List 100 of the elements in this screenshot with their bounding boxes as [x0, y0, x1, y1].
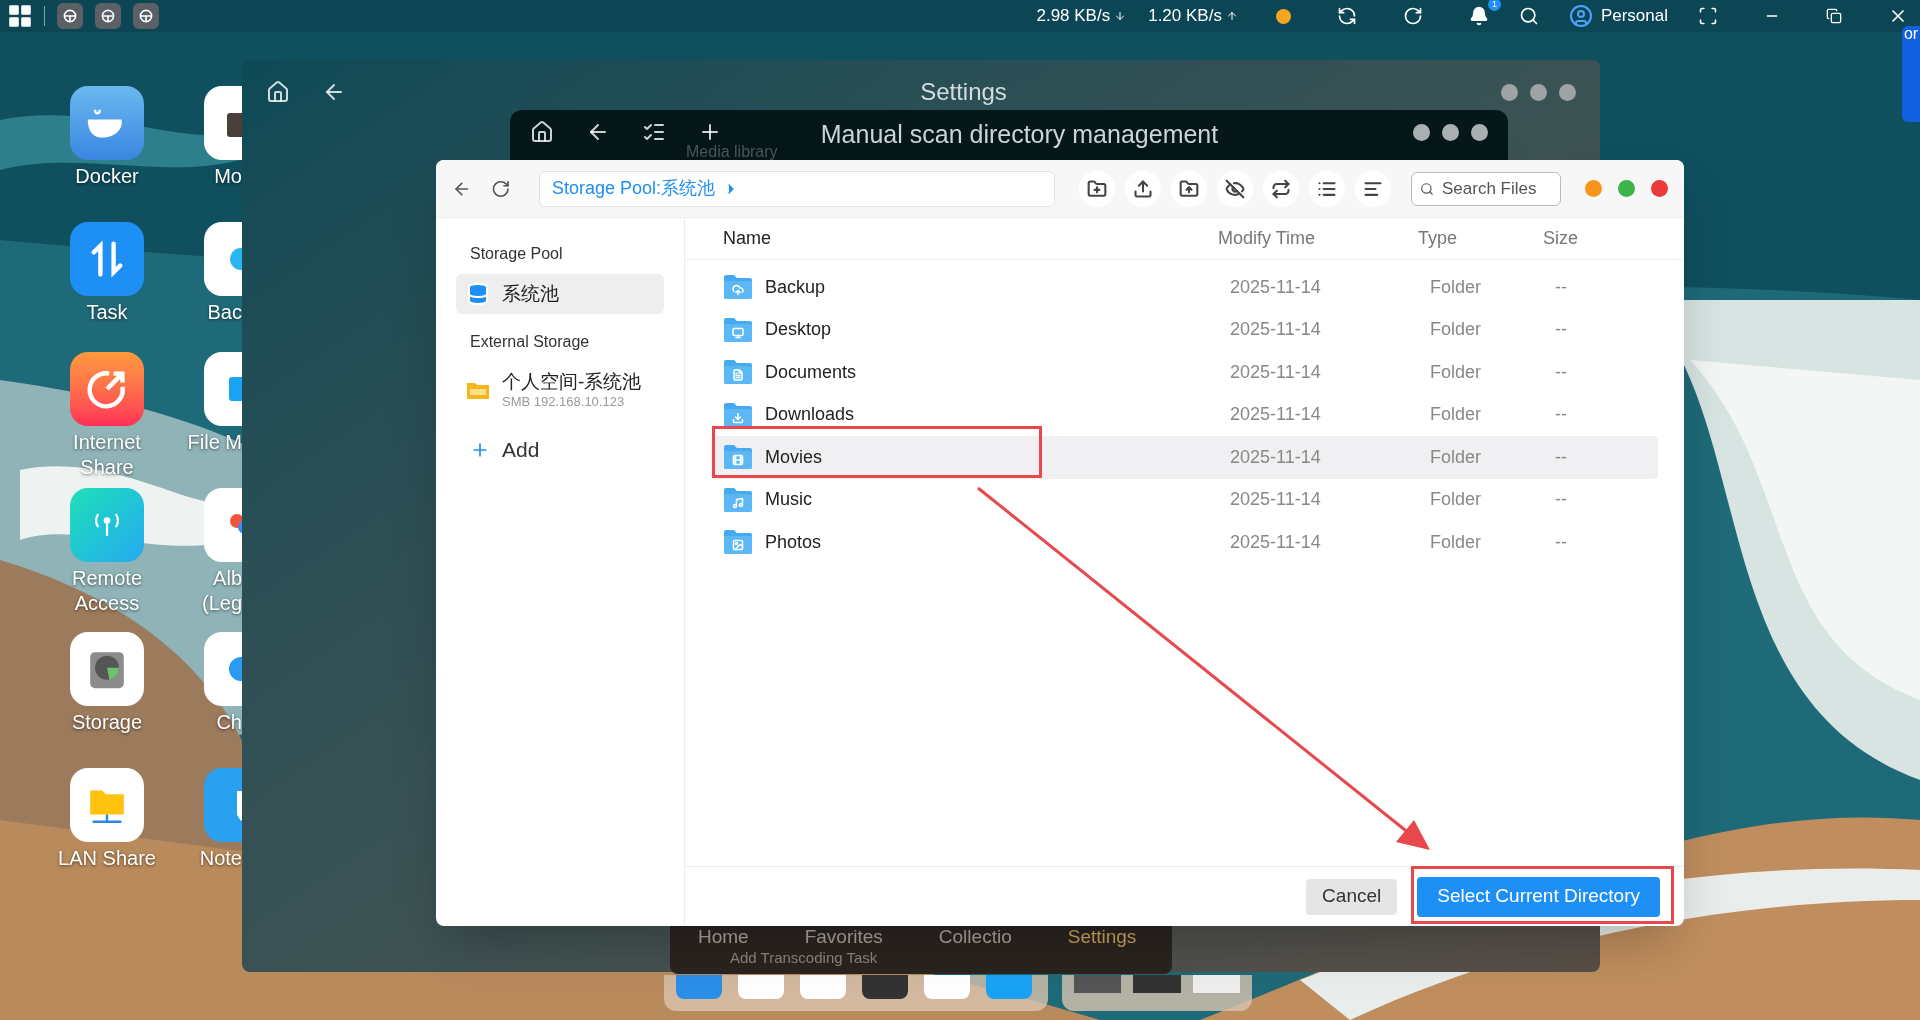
file-row[interactable]: Photos 2025-11-14 Folder --	[711, 521, 1658, 564]
window-control[interactable]	[1442, 124, 1459, 141]
transcoding-task-button[interactable]: Add Transcoding Task	[730, 948, 1144, 968]
file-type: Folder	[1430, 530, 1483, 554]
column-header[interactable]: Modify Time	[1218, 225, 1418, 252]
app-taskbar-icon[interactable]	[95, 3, 121, 29]
file-row[interactable]: Music 2025-11-14 Folder --	[711, 478, 1658, 521]
file-row[interactable]: Movies 2025-11-14 Folder --	[711, 436, 1658, 479]
search-field[interactable]: Search Files	[1411, 171, 1561, 206]
window-control[interactable]	[1413, 124, 1430, 141]
folder-upload-icon[interactable]	[1179, 178, 1199, 199]
sidebar-heading: External Storage	[469, 332, 591, 352]
app-taskbar-icon[interactable]	[133, 3, 159, 29]
new-folder-button[interactable]	[1079, 170, 1115, 207]
folder-icon	[723, 274, 753, 301]
window-control[interactable]	[1471, 124, 1488, 141]
cancel-button[interactable]: Cancel	[1306, 878, 1398, 915]
list-view-button[interactable]	[1309, 170, 1345, 207]
refresh-icon[interactable]	[491, 178, 511, 199]
file-type: Folder	[1430, 403, 1483, 427]
add-storage-button[interactable]: Add	[460, 434, 660, 466]
upload-speed: 1.20 KB/s	[1148, 5, 1222, 28]
file-size: --	[1555, 318, 1568, 342]
app-taskbar-icon[interactable]	[57, 3, 83, 29]
home-icon[interactable]	[266, 80, 290, 104]
app-label: Docker	[75, 164, 139, 189]
folder-icon	[723, 486, 753, 513]
column-header[interactable]: Type	[1418, 225, 1543, 252]
modify-time: 2025-11-14	[1230, 360, 1322, 384]
file-row[interactable]: Documents 2025-11-14 Folder --	[711, 351, 1658, 394]
nav-tab[interactable]: Collectio	[938, 926, 1012, 948]
window-preview[interactable]	[1074, 975, 1122, 993]
window-title: Settings	[919, 77, 1008, 107]
sort-button[interactable]	[1355, 170, 1391, 207]
folder-icon	[723, 316, 753, 343]
file-type: Folder	[1430, 445, 1483, 469]
file-type: Folder	[1430, 488, 1483, 512]
file-size: --	[1555, 275, 1568, 299]
sidebar-item-detail: SMB 192.168.10.123	[502, 394, 626, 410]
app-label: Mo	[213, 164, 242, 189]
search-icon	[1420, 181, 1434, 196]
section-label: Media library	[686, 144, 778, 160]
search-icon[interactable]	[1518, 6, 1539, 26]
column-header[interactable]: Size	[1543, 225, 1646, 252]
widget-text: or	[1903, 26, 1919, 42]
app-label: Bac	[206, 300, 242, 325]
nav-tab[interactable]: Favorites	[804, 926, 883, 948]
folder-icon	[723, 529, 753, 556]
swap-icon[interactable]	[1271, 178, 1291, 199]
refresh-icon[interactable]	[1402, 6, 1423, 26]
new-folder-icon[interactable]	[1087, 178, 1107, 199]
windows-icon[interactable]	[8, 4, 32, 28]
app-label: Storage	[71, 710, 143, 735]
file-size: --	[1555, 445, 1568, 469]
download-speed: 2.98 KB/s	[1036, 5, 1111, 28]
bell-icon[interactable]	[1468, 6, 1489, 26]
download-icon	[1114, 10, 1127, 22]
sidebar-item[interactable]: 系统池	[456, 274, 664, 314]
upload-button[interactable]	[1125, 170, 1161, 207]
modify-time: 2025-11-14	[1230, 275, 1322, 299]
sidebar-item[interactable]: 个人空间-系统池 SMB 192.168.10.123	[456, 362, 664, 418]
app-icon[interactable]	[70, 632, 144, 706]
modify-time: 2025-11-14	[1230, 403, 1322, 427]
database-icon	[466, 282, 490, 306]
side-widget[interactable]: or	[1902, 26, 1920, 122]
nav-tab[interactable]: Home	[698, 926, 749, 948]
file-name: Movies	[765, 445, 822, 469]
app-icon[interactable]	[70, 86, 144, 160]
file-size: --	[1555, 360, 1568, 384]
restore-icon[interactable]	[1826, 8, 1842, 24]
file-name: Photos	[765, 530, 822, 554]
sidebar-item-name[interactable]: 系统池	[502, 282, 559, 306]
app-label: LAN Share	[58, 846, 156, 871]
window-control[interactable]	[1651, 180, 1668, 197]
app-icon[interactable]	[70, 352, 144, 426]
folder-upload-button[interactable]	[1171, 170, 1207, 207]
file-name: Documents	[765, 360, 857, 384]
folder-icon	[723, 444, 753, 471]
user-icon[interactable]	[1568, 4, 1593, 28]
file-name: Backup	[765, 275, 826, 299]
swap-button[interactable]	[1263, 170, 1299, 207]
sidebar-item-name[interactable]: 个人空间-系统池	[502, 370, 642, 394]
file-row[interactable]: Backup 2025-11-14 Folder --	[711, 266, 1658, 309]
dock-app-icon[interactable]	[862, 975, 908, 999]
sync-icon[interactable]	[1336, 6, 1357, 26]
home-icon[interactable]	[530, 120, 554, 144]
hidden-button[interactable]	[1217, 170, 1253, 207]
modify-time: 2025-11-14	[1230, 530, 1322, 554]
notification-badge: 1	[1487, 0, 1501, 11]
user-name[interactable]: Personal	[1600, 3, 1668, 29]
column-header[interactable]: Name	[723, 225, 1218, 252]
fullscreen-icon[interactable]	[1698, 6, 1718, 26]
hidden-icon[interactable]	[1225, 178, 1245, 199]
nav-tab[interactable]: Settings	[1067, 926, 1137, 948]
file-row[interactable]: Desktop 2025-11-14 Folder --	[711, 308, 1658, 351]
app-icon[interactable]	[70, 222, 144, 296]
upload-icon[interactable]	[1133, 178, 1153, 199]
file-row[interactable]: Downloads 2025-11-14 Folder --	[711, 393, 1658, 436]
file-size: --	[1555, 403, 1568, 427]
file-name: Music	[765, 488, 812, 512]
